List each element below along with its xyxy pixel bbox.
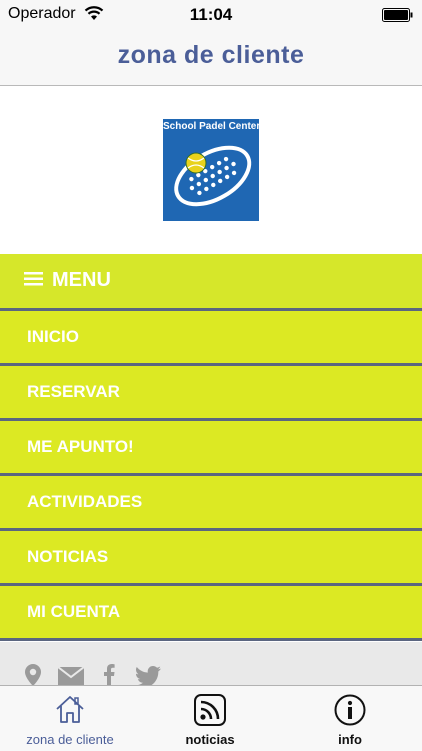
logo-text: School Padel Center [163, 121, 261, 132]
menu-item-label: ME APUNTO! [27, 437, 134, 456]
menu-item-noticias[interactable]: NOTICIAS [0, 531, 422, 586]
menu-item-actividades[interactable]: ACTIVIDADES [0, 476, 422, 531]
menu-item-label: RESERVAR [27, 382, 120, 401]
menu-header[interactable]: MENU [0, 254, 422, 311]
menu-item-label: ACTIVIDADES [27, 492, 143, 511]
tab-label: noticias [185, 732, 235, 747]
menu-item-me-apunto[interactable]: ME APUNTO! [0, 421, 422, 476]
status-bar: Operador 11:04 [0, 0, 422, 30]
main-menu: MENU INICIO RESERVAR ME APUNTO! ACTIVIDA… [0, 254, 422, 641]
social-links [0, 642, 422, 687]
menu-item-label: MI CUENTA [27, 602, 121, 621]
menu-item-reservar[interactable]: RESERVAR [0, 366, 422, 421]
tab-label: zona de cliente [26, 732, 114, 747]
tab-noticias[interactable]: noticias [140, 686, 280, 751]
navigation-bar: zona de cliente [0, 30, 422, 86]
page-title: zona de cliente [117, 41, 305, 69]
map-pin-icon[interactable] [24, 664, 42, 686]
tab-info[interactable]: info [280, 686, 420, 751]
battery-icon [382, 8, 413, 22]
menu-item-inicio[interactable]: INICIO [0, 311, 422, 366]
facebook-icon[interactable] [103, 664, 115, 686]
info-icon [334, 694, 366, 726]
tab-zona-de-cliente[interactable]: zona de cliente [0, 686, 140, 751]
padel-racket-graphic [174, 145, 252, 207]
clock: 11:04 [189, 5, 233, 24]
hamburger-icon [24, 272, 43, 286]
mail-icon[interactable] [58, 667, 84, 685]
home-icon [56, 696, 84, 723]
menu-label: MENU [52, 269, 111, 291]
menu-item-label: INICIO [27, 327, 79, 346]
tab-label: info [338, 732, 362, 747]
menu-item-mi-cuenta[interactable]: MI CUENTA [0, 586, 422, 641]
school-padel-center-logo: School Padel Center [163, 119, 261, 221]
rss-icon [194, 694, 226, 726]
logo-area: School Padel Center [0, 86, 422, 254]
twitter-icon[interactable] [135, 666, 161, 687]
menu-item-label: NOTICIAS [27, 547, 109, 566]
tab-bar: zona de cliente noticias info [0, 685, 422, 751]
